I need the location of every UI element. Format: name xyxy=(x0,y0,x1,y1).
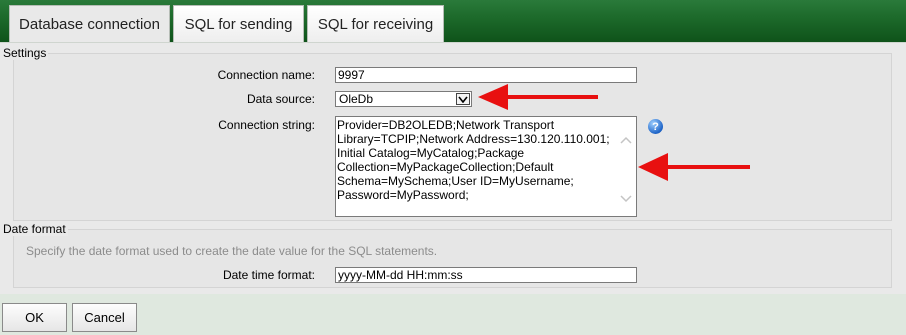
connection-string-label: Connection string: xyxy=(218,118,315,132)
chevron-down-icon[interactable] xyxy=(456,93,470,105)
help-icon[interactable]: ? xyxy=(648,119,663,134)
scroll-up-arrow-icon[interactable] xyxy=(620,136,632,144)
connection-name-label: Connection name: xyxy=(217,68,315,82)
connection-string-value: Provider=DB2OLEDB;Network Transport Libr… xyxy=(337,118,613,202)
tab-sql-for-receiving[interactable]: SQL for receiving xyxy=(307,5,444,42)
settings-legend: Settings xyxy=(1,46,49,60)
connection-name-input[interactable] xyxy=(335,67,637,83)
connection-string-textarea[interactable]: Provider=DB2OLEDB;Network Transport Libr… xyxy=(335,116,637,217)
scroll-down-arrow-icon[interactable] xyxy=(620,195,632,203)
annotation-arrow-connection-string xyxy=(638,153,750,181)
date-format-legend: Date format xyxy=(1,222,68,236)
date-format-hint: Specify the date format used to create t… xyxy=(26,244,438,258)
cancel-button[interactable]: Cancel xyxy=(72,303,137,332)
date-time-format-input[interactable] xyxy=(335,267,637,283)
data-source-label: Data source: xyxy=(246,92,315,106)
data-source-value: OleDb xyxy=(339,92,374,106)
data-source-select[interactable]: OleDb xyxy=(335,91,472,107)
ok-button[interactable]: OK xyxy=(2,303,67,332)
tab-database-connection[interactable]: Database connection xyxy=(9,5,170,43)
annotation-arrow-data-source xyxy=(478,84,598,110)
date-time-format-label: Date time format: xyxy=(222,268,315,282)
tab-sql-for-sending[interactable]: SQL for sending xyxy=(173,5,304,42)
